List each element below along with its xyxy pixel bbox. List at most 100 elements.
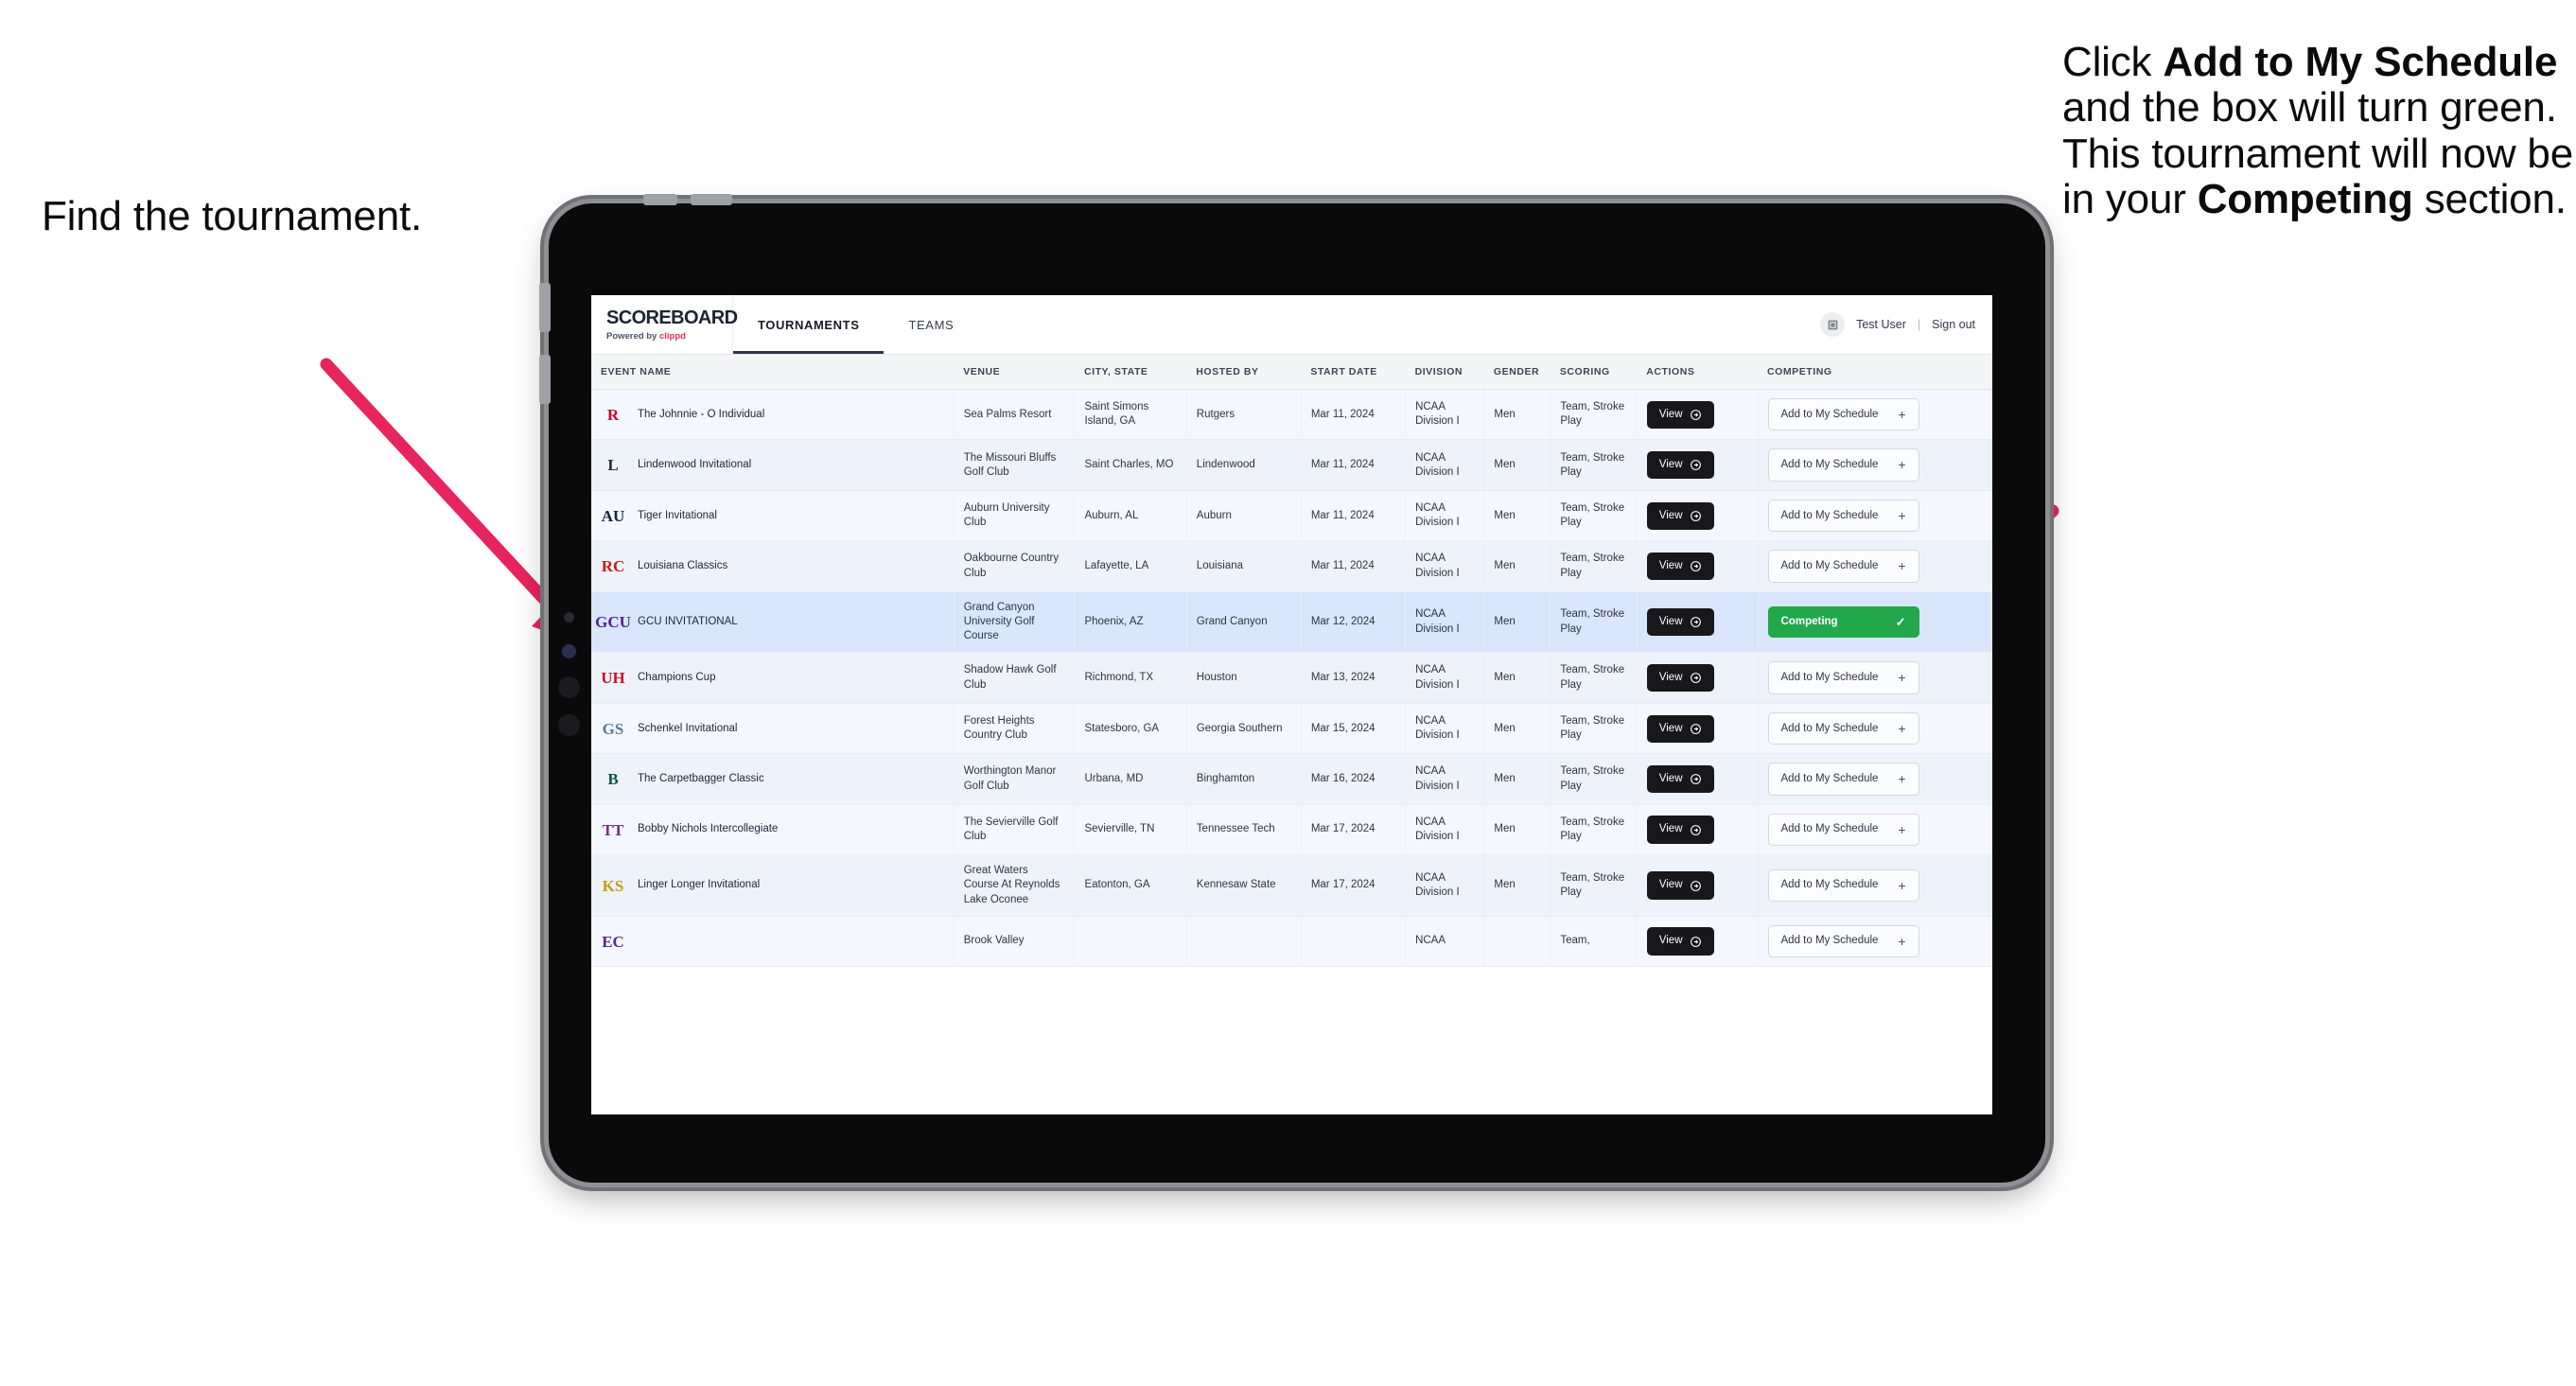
event-name-label: The Carpetbagger Classic — [638, 772, 764, 784]
add-to-my-schedule-button[interactable]: Add to My Schedule + — [1767, 550, 1919, 583]
cell-scoring: Team, — [1550, 916, 1638, 968]
annotation-text: section. — [2412, 176, 2567, 223]
cell-gender: Men — [1483, 804, 1551, 856]
brand-clippd: clippd — [658, 331, 686, 342]
view-button[interactable]: View — [1646, 816, 1714, 844]
cell-hosted-by: Houston — [1186, 652, 1302, 704]
column-header-actions[interactable]: ACTIONS — [1637, 355, 1759, 390]
table-row[interactable]: L Lindenwood Invitational The Missouri Blu… — [591, 439, 1992, 491]
team-logo-icon: AU — [601, 506, 625, 525]
add-to-my-schedule-label: Add to My Schedule — [1780, 879, 1879, 891]
cell-actions: View — [1637, 804, 1759, 856]
add-to-my-schedule-button[interactable]: Add to My Schedule + — [1767, 924, 1919, 958]
add-to-my-schedule-button[interactable]: Add to My Schedule + — [1767, 868, 1919, 903]
cell-venue: Brook Valley — [954, 916, 1076, 968]
arrow-circle-right-icon — [1690, 673, 1701, 684]
volume-down-button[interactable] — [691, 194, 732, 205]
user-badge-icon[interactable] — [1820, 312, 1846, 337]
column-header-hosted-by[interactable]: HOSTED BY — [1186, 355, 1302, 390]
column-header-start-date[interactable]: START DATE — [1301, 355, 1406, 390]
brand-logo[interactable]: SCOREBOARD Powered by clippd — [591, 295, 738, 354]
competing-button[interactable]: Competing ✓ — [1767, 606, 1919, 639]
table-row[interactable]: UH Champions Cup Shadow Hawk Golf Club Rich… — [591, 652, 1992, 704]
view-button-label: View — [1658, 722, 1683, 734]
view-button-label: View — [1658, 879, 1683, 891]
view-button[interactable]: View — [1646, 764, 1714, 794]
view-button[interactable]: View — [1646, 608, 1714, 637]
view-button[interactable]: View — [1646, 553, 1714, 581]
column-header-city-state[interactable]: CITY, STATE — [1074, 355, 1187, 390]
cell-division: NCAA Division I — [1405, 703, 1485, 755]
cell-competing: Add to My Schedule + — [1758, 703, 1992, 755]
view-button[interactable]: View — [1646, 871, 1714, 900]
add-to-my-schedule-button[interactable]: Add to My Schedule + — [1767, 813, 1919, 847]
plus-icon: + — [1898, 821, 1906, 837]
view-button[interactable]: View — [1646, 501, 1714, 530]
view-button[interactable]: View — [1646, 714, 1714, 743]
view-button-label: View — [1658, 772, 1683, 784]
cell-event-name: RC Louisiana Classics — [591, 540, 955, 592]
view-button-label: View — [1658, 616, 1683, 628]
table-row[interactable]: B The Carpetbagger Classic Worthington Man… — [591, 753, 1992, 805]
team-logo-icon: B — [607, 770, 619, 789]
event-name-label: GCU INVITATIONAL — [638, 616, 738, 628]
table-row[interactable]: KS Linger Longer Invitational Great Waters… — [591, 854, 1992, 917]
table-row[interactable]: RC Louisiana Classics Oakbourne Country Cl… — [591, 540, 1992, 592]
add-to-my-schedule-button[interactable]: Add to My Schedule + — [1767, 763, 1919, 796]
speaker-dot-2 — [558, 714, 580, 736]
tab-tournaments[interactable]: TOURNAMENTS — [733, 295, 884, 354]
cell-actions: View — [1637, 490, 1759, 542]
column-header-scoring[interactable]: SCORING — [1550, 355, 1638, 390]
column-header-event-name[interactable]: EVENT NAME — [591, 355, 955, 390]
view-button[interactable]: View — [1646, 451, 1714, 480]
table-row[interactable]: R The Johnnie - O Individual Sea Palms Res… — [591, 389, 1992, 441]
cell-division: NCAA Division I — [1405, 490, 1485, 542]
column-header-competing[interactable]: COMPETING — [1758, 355, 1992, 390]
cell-division: NCAA Division I — [1405, 854, 1485, 917]
arrow-circle-right-icon — [1690, 774, 1701, 784]
cell-venue: The Sevierville Golf Club — [954, 804, 1076, 856]
annotation-emphasis: Competing — [2197, 176, 2413, 223]
side-button[interactable] — [539, 355, 551, 404]
table-row[interactable]: GS Schenkel Invitational Forest Heights Co… — [591, 703, 1992, 755]
cell-scoring: Team, Stroke Play — [1550, 490, 1638, 542]
cell-division: NCAA — [1405, 916, 1485, 968]
cell-hosted-by: Binghamton — [1186, 753, 1302, 805]
cell-city-state: Sevierville, TN — [1074, 804, 1187, 856]
add-to-my-schedule-label: Add to My Schedule — [1780, 935, 1879, 947]
table-row[interactable]: TT Bobby Nichols Intercollegiate The Sevie… — [591, 804, 1992, 856]
cell-hosted-by: Rutgers — [1186, 389, 1302, 441]
add-to-my-schedule-button[interactable]: Add to My Schedule + — [1767, 448, 1919, 482]
cell-city-state: Saint Simons Island, GA — [1074, 389, 1187, 441]
add-to-my-schedule-button[interactable]: Add to My Schedule + — [1767, 661, 1919, 694]
add-to-my-schedule-button[interactable]: Add to My Schedule + — [1767, 499, 1919, 533]
table-row[interactable]: EC Brook Valley NCAA Team, View Add to My Sch… — [591, 916, 1992, 968]
view-button[interactable]: View — [1646, 400, 1714, 429]
sign-out-link[interactable]: Sign out — [1932, 318, 1975, 331]
cell-gender: Men — [1483, 591, 1551, 654]
cell-hosted-by: Kennesaw State — [1186, 854, 1302, 917]
add-to-my-schedule-button[interactable]: Add to My Schedule + — [1767, 711, 1919, 746]
add-to-my-schedule-button[interactable]: Add to My Schedule + — [1767, 398, 1919, 431]
column-header-venue[interactable]: VENUE — [954, 355, 1075, 390]
cell-competing: Add to My Schedule + — [1758, 854, 1992, 917]
plus-icon: + — [1898, 558, 1906, 574]
tab-teams[interactable]: TEAMS — [884, 295, 978, 354]
table-row[interactable]: AU Tiger Invitational Auburn University Cl… — [591, 490, 1992, 542]
add-to-my-schedule-label: Add to My Schedule — [1780, 823, 1879, 835]
tournaments-table-scroll[interactable]: EVENT NAME VENUE CITY, STATE HOSTED BY START… — [591, 355, 1992, 1114]
cell-start-date: Mar 11, 2024 — [1301, 540, 1407, 592]
column-header-division[interactable]: DIVISION — [1405, 355, 1484, 390]
power-button[interactable] — [539, 283, 551, 332]
table-row[interactable]: GCU GCU INVITATIONAL Grand Canyon Universi… — [591, 591, 1992, 654]
cell-gender: Men — [1483, 652, 1551, 704]
volume-up-button[interactable] — [643, 194, 677, 205]
plus-icon: + — [1898, 457, 1906, 473]
view-button[interactable]: View — [1646, 664, 1714, 693]
cell-start-date: Mar 16, 2024 — [1301, 753, 1407, 805]
plus-icon: + — [1898, 507, 1906, 523]
sensor-dot — [562, 644, 576, 658]
view-button[interactable]: View — [1646, 927, 1714, 956]
column-header-gender[interactable]: GENDER — [1483, 355, 1551, 390]
arrow-circle-right-icon — [1690, 723, 1701, 734]
